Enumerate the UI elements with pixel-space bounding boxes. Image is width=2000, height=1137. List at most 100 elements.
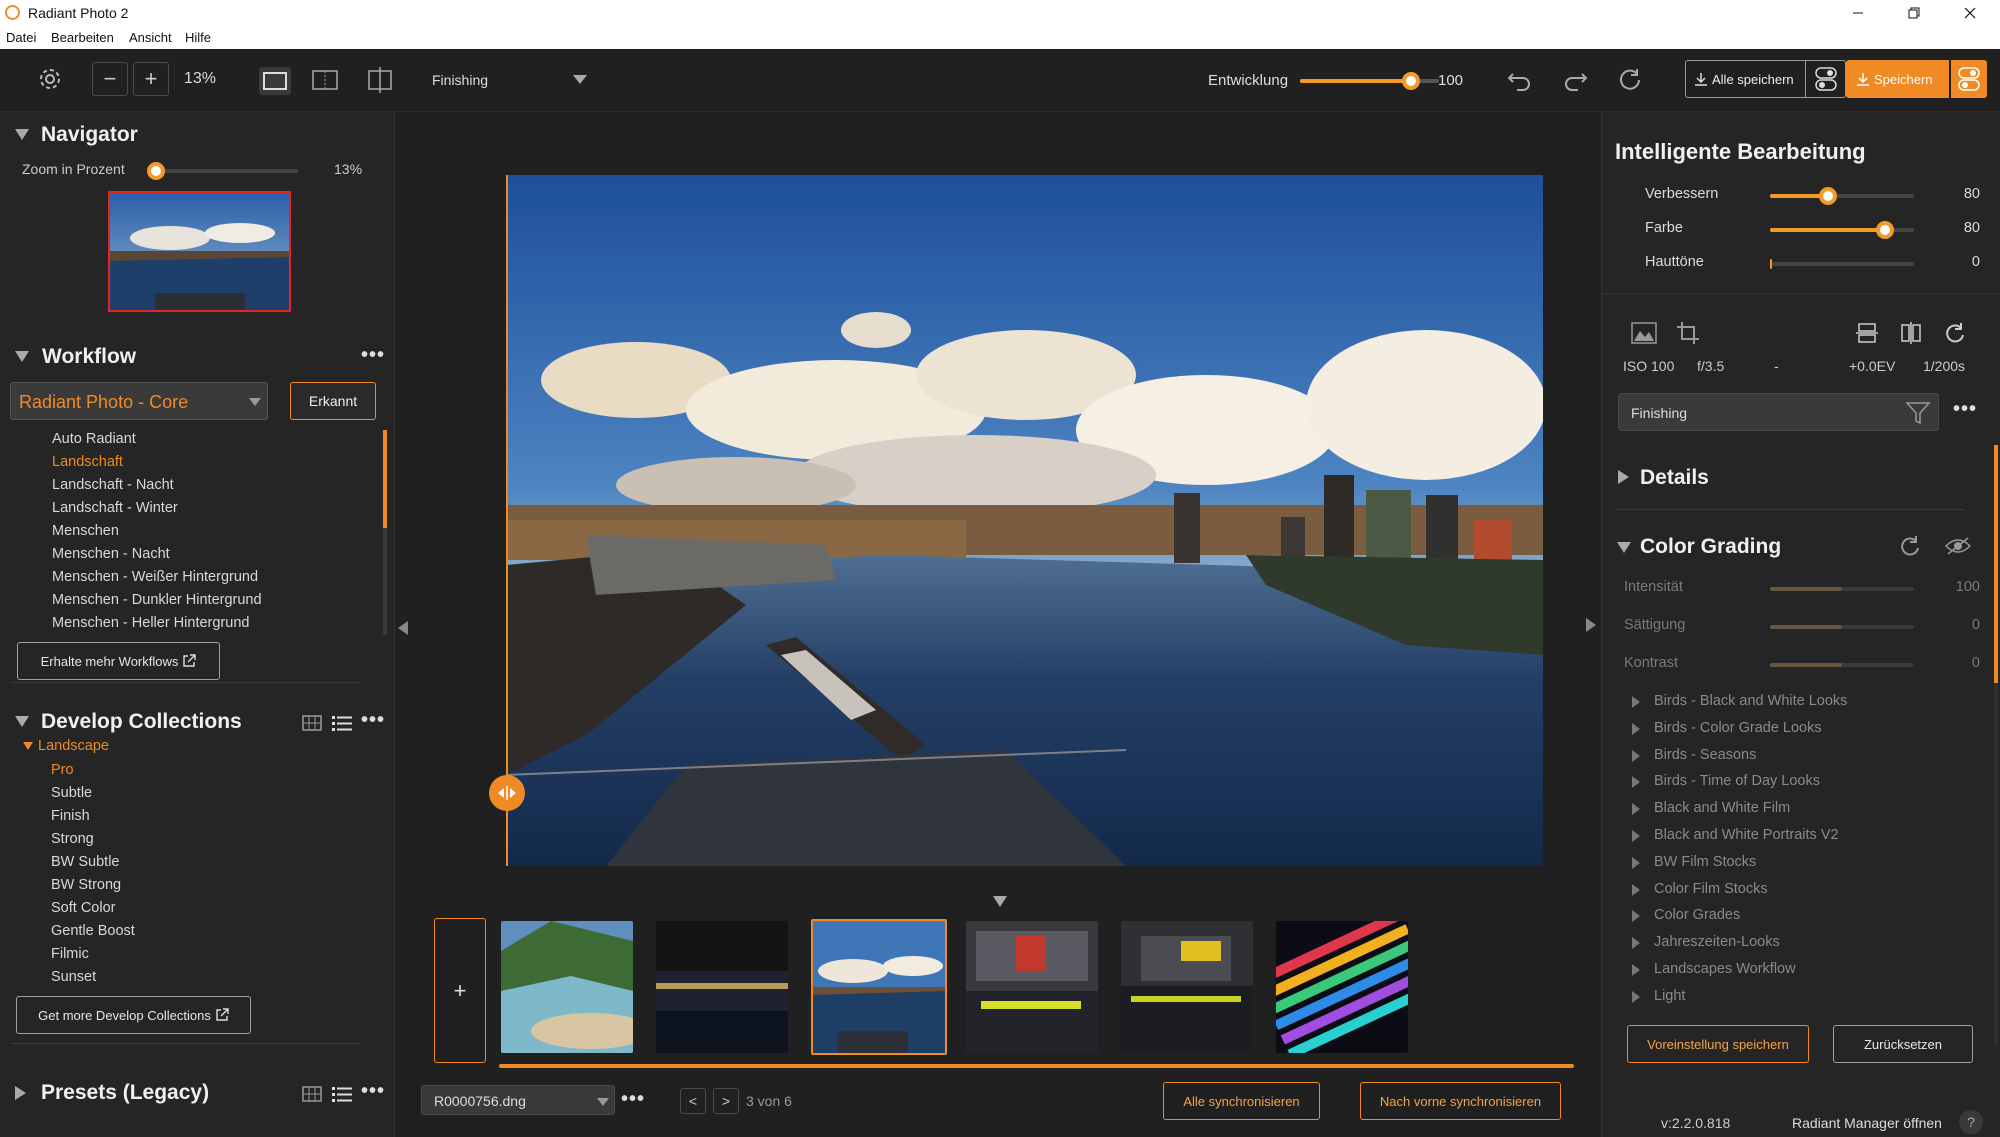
landscape-group-label[interactable]: Landscape <box>38 738 109 754</box>
navigator-zoom-slider-handle[interactable] <box>147 162 165 180</box>
color-grading-item[interactable]: Birds - Color Grade Looks <box>1654 720 1822 736</box>
toggle-filmstrip-icon[interactable] <box>993 896 1007 907</box>
redo-icon[interactable] <box>1562 66 1588 92</box>
crop-icon[interactable] <box>1676 321 1700 345</box>
list-view-icon[interactable] <box>332 715 352 731</box>
color-grading-item[interactable]: Landscapes Workflow <box>1654 961 1796 977</box>
radiant-manager-link[interactable]: Radiant Manager öffnen <box>1792 1115 1942 1131</box>
workflow-item[interactable]: Menschen - Heller Hintergrund <box>52 615 249 631</box>
color-grading-item[interactable]: Jahreszeiten-Looks <box>1654 934 1780 950</box>
mode-dropdown-chevron-icon[interactable] <box>573 75 587 84</box>
color-grading-item-expand-icon[interactable] <box>1632 722 1640 735</box>
develop-collection-item[interactable]: Sunset <box>51 969 96 985</box>
details-expand-icon[interactable] <box>1618 470 1629 484</box>
sync-all-button[interactable]: Alle synchronisieren <box>1163 1082 1320 1120</box>
workflow-select[interactable]: Radiant Photo - Core <box>10 382 268 420</box>
flip-vertical-icon[interactable] <box>1856 322 1878 344</box>
undo-icon[interactable] <box>1507 66 1533 92</box>
smart-edit-0-slider-handle[interactable] <box>1819 187 1837 205</box>
color-grading-item[interactable]: Birds - Time of Day Looks <box>1654 773 1820 789</box>
color-grading-item[interactable]: Birds - Black and White Looks <box>1654 693 1847 709</box>
filmstrip-scrollbar[interactable] <box>499 1064 1574 1068</box>
list-view-icon[interactable] <box>332 1086 352 1102</box>
workflow-item[interactable]: Menschen - Dunkler Hintergrund <box>52 592 262 608</box>
navigator-preview-thumbnail[interactable] <box>108 191 291 312</box>
minimize-button[interactable] <box>1830 0 1886 26</box>
presets-more-icon[interactable]: ••• <box>361 1080 385 1103</box>
presets-expand-icon[interactable] <box>15 1086 26 1100</box>
color-grading-item[interactable]: Birds - Seasons <box>1654 747 1756 763</box>
restore-button[interactable] <box>1886 0 1942 26</box>
smart-edit-2-slider-track[interactable] <box>1770 262 1914 266</box>
color-grading-item[interactable]: Light <box>1654 988 1685 1004</box>
develop-collection-item[interactable]: Filmic <box>51 946 89 962</box>
previous-image-icon[interactable]: < <box>680 1088 706 1114</box>
workflow-item[interactable]: Landschaft - Winter <box>52 500 178 516</box>
split-view-icon[interactable] <box>312 70 338 90</box>
color-grading-item[interactable]: Color Film Stocks <box>1654 881 1768 897</box>
save-options-toggle-icon[interactable] <box>1951 60 1987 98</box>
filmstrip-thumbnail[interactable] <box>966 921 1098 1053</box>
workflow-item[interactable]: Landschaft <box>52 454 123 470</box>
save-preset-button[interactable]: Voreinstellung speichern <box>1627 1025 1809 1063</box>
mode-dropdown-label[interactable]: Finishing <box>432 72 488 88</box>
color-grading-item[interactable]: BW Film Stocks <box>1654 854 1756 870</box>
develop-collection-item[interactable]: BW Strong <box>51 877 121 893</box>
develop-collection-item[interactable]: Pro <box>51 762 74 778</box>
color-grading-item[interactable]: Black and White Portraits V2 <box>1654 827 1839 843</box>
close-button[interactable] <box>1942 0 1998 26</box>
develop-collection-item[interactable]: Strong <box>51 831 94 847</box>
main-photo[interactable] <box>506 175 1543 866</box>
filmstrip-thumbnail-selected[interactable] <box>811 919 947 1055</box>
add-image-button[interactable]: + <box>434 918 486 1063</box>
develop-collection-item[interactable]: Gentle Boost <box>51 923 135 939</box>
color-grading-item-expand-icon[interactable] <box>1632 696 1640 708</box>
color-grading-item-expand-icon[interactable] <box>1632 856 1640 869</box>
menu-hilfe[interactable]: Hilfe <box>185 30 211 45</box>
collapse-left-panel-icon[interactable] <box>398 621 408 635</box>
filmstrip-thumbnail[interactable] <box>1276 921 1408 1053</box>
filmstrip-thumbnail[interactable] <box>501 921 633 1053</box>
color-grading-visibility-icon[interactable] <box>1945 536 1971 556</box>
color-grading-item-expand-icon[interactable] <box>1632 990 1640 1003</box>
zoom-in-button[interactable]: + <box>133 62 169 96</box>
entwicklung-slider-handle[interactable] <box>1402 72 1420 90</box>
filename-select[interactable]: R0000756.dng <box>421 1085 615 1115</box>
save-all-button[interactable]: Alle speichern <box>1685 60 1806 98</box>
settings-gear-icon[interactable] <box>37 66 63 92</box>
workflow-item[interactable]: Landschaft - Nacht <box>52 477 174 493</box>
mode-filter-select[interactable]: Finishing <box>1618 393 1939 431</box>
color-grading-collapse-icon[interactable] <box>1617 542 1631 553</box>
save-button[interactable]: Speichern <box>1846 60 1949 98</box>
workflow-collapse-icon[interactable] <box>15 351 29 362</box>
color-grading-item-expand-icon[interactable] <box>1632 910 1640 923</box>
develop-collection-item[interactable]: Soft Color <box>51 900 115 916</box>
smart-edit-2-slider-handle[interactable] <box>1770 259 1772 269</box>
develop-collections-more-icon[interactable]: ••• <box>361 709 385 732</box>
workflow-more-icon[interactable]: ••• <box>361 344 385 367</box>
landscape-group-expand-icon[interactable] <box>23 742 33 750</box>
develop-collection-item[interactable]: Finish <box>51 808 90 824</box>
collapse-right-panel-icon[interactable] <box>1586 618 1596 632</box>
single-view-icon[interactable] <box>259 67 291 95</box>
zoom-out-button[interactable]: − <box>92 62 128 96</box>
color-grading-item-expand-icon[interactable] <box>1632 937 1640 950</box>
reset-icon[interactable] <box>1617 66 1643 92</box>
develop-collection-item[interactable]: Subtle <box>51 785 92 801</box>
help-icon[interactable]: ? <box>1959 1110 1983 1134</box>
workflow-item[interactable]: Auto Radiant <box>52 431 136 447</box>
flip-horizontal-icon[interactable] <box>1900 322 1922 344</box>
color-grading-item-expand-icon[interactable] <box>1632 830 1640 842</box>
develop-collections-collapse-icon[interactable] <box>15 716 29 727</box>
detected-button[interactable]: Erkannt <box>290 382 376 420</box>
color-grading-item[interactable]: Color Grades <box>1654 907 1740 923</box>
reset-button[interactable]: Zurücksetzen <box>1833 1025 1973 1063</box>
color-grading-item-expand-icon[interactable] <box>1632 776 1640 789</box>
filmstrip-thumbnail[interactable] <box>656 921 788 1053</box>
grid-view-icon[interactable] <box>302 715 322 731</box>
get-more-workflows-button[interactable]: Erhalte mehr Workflows <box>17 642 220 680</box>
histogram-icon[interactable] <box>1631 322 1657 344</box>
right-panel-scrollbar-thumb[interactable] <box>1994 445 1998 683</box>
grid-view-icon[interactable] <box>302 1086 322 1102</box>
menu-ansicht[interactable]: Ansicht <box>129 30 172 45</box>
